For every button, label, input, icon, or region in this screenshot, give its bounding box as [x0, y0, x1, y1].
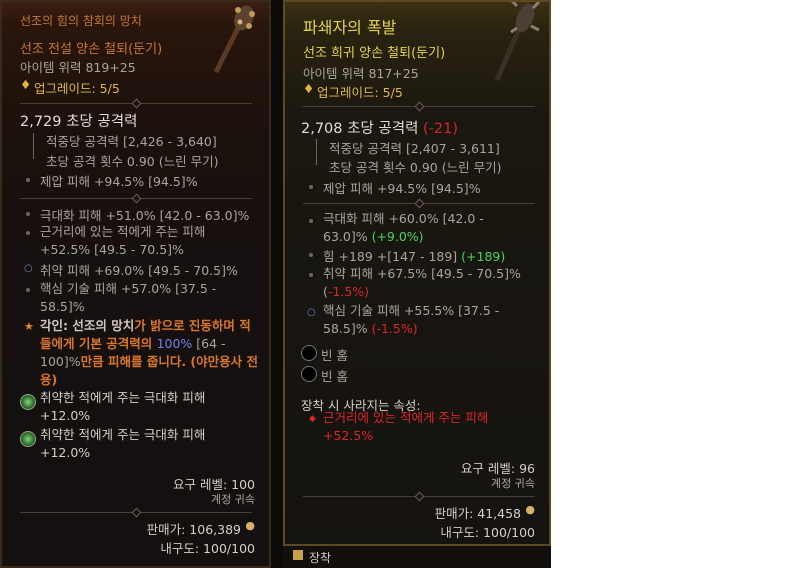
affix-2-text: 힘 +189 +[147 - 189] [323, 249, 458, 264]
gold-icon: ● [245, 519, 255, 532]
gem-affix-1: 취약한 적에게 주는 극대화 피해 +12.0% [40, 390, 206, 423]
item-title: 파쇄자의 폭발 [303, 18, 397, 37]
bullet-icon [26, 178, 30, 182]
equipped-bar: 장착 [283, 546, 551, 568]
aspect-name: 선조의 망치 [72, 318, 135, 333]
affix-4: 핵심 기술 피해 +55.5% [37.5 - 58.5]% (-1.5%) [323, 302, 533, 338]
tree-line [33, 133, 34, 159]
bullet-icon [26, 212, 30, 216]
affix-1: 극대화 피해 +51.0% [42.0 - 63.0]% [40, 208, 250, 223]
legendary-item-tooltip: 선조의 힘의 참회의 망치 선조 전설 양손 철퇴(둔기) 아이템 위력 819… [0, 0, 271, 568]
equipped-label: 장착 [309, 551, 332, 565]
separator-ornament [131, 507, 142, 518]
gem-socket-icon [20, 394, 36, 410]
affix-4: 핵심 기술 피해 +57.0% [37.5 - 58.5]% [40, 281, 217, 314]
affix-3: 취약 피해 +67.5% [49.5 - 70.5]% (-1.5%) [323, 265, 538, 301]
implicit-affix: 제압 피해 +94.5% [94.5]% [323, 181, 481, 196]
upgrade-diamond-icon: ♦ [303, 81, 315, 96]
account-bound: 계정 귀속 [211, 493, 255, 506]
equipped-icon [293, 550, 303, 560]
item-title: 선조의 힘의 참회의 망치 [20, 14, 142, 28]
bullet-icon [309, 219, 313, 223]
sell-value: 판매가: 41,458 [434, 506, 521, 521]
mace-icon [213, 5, 255, 74]
vulnerable-icon: ○ [307, 307, 316, 318]
item-power: 아이템 위력 819+25 [20, 60, 136, 75]
bullet-icon [26, 231, 30, 235]
aspect-label: 각인: [40, 318, 73, 333]
durability: 내구도: 100/100 [440, 525, 535, 540]
separator-ornament [414, 491, 425, 502]
vulnerable-icon: ○ [24, 263, 33, 274]
upgrades: 업그레이드: 5/5 [317, 85, 403, 100]
separator-ornament [131, 98, 142, 109]
upgrades: 업그레이드: 5/5 [34, 81, 120, 96]
bullet-icon [309, 253, 313, 257]
socket-2: 빈 홈 [321, 369, 348, 384]
dps-value: 2,708 초당 공격력 [301, 121, 419, 137]
tree-line [316, 139, 317, 165]
affix-4-diff: (-1.5%) [371, 321, 418, 336]
dps: 2,729 초당 공격력 [20, 114, 138, 130]
empty-socket-icon [301, 345, 317, 361]
bullet-icon [309, 273, 313, 277]
dps: 2,708 초당 공격력 (-21) [301, 117, 458, 138]
rare-item-tooltip: 파쇄자의 폭발 선조 희귀 양손 철퇴(둔기) 아이템 위력 817+25 ♦ … [283, 0, 551, 546]
affix-3-diff: -1.5%) [327, 284, 370, 299]
affix-3: 취약 피해 +69.0% [49.5 - 70.5]% [40, 263, 238, 278]
tooltip-divider [271, 0, 283, 568]
affix-2: 힘 +189 +[147 - 189] (+189) [323, 246, 505, 265]
item-type: 선조 전설 양손 철퇴(둔기) [20, 42, 163, 57]
separator-ornament [131, 193, 142, 204]
item-power: 아이템 위력 817+25 [303, 66, 419, 81]
lost-affix: 근거리에 있는 적에게 주는 피해 +52.5% [323, 410, 489, 443]
gold-icon: ● [525, 503, 535, 516]
sell-value: 판매가: 106,389 [146, 522, 241, 537]
hit-damage: 적중당 공격력 [2,407 - 3,611] [329, 141, 500, 156]
attack-speed: 초당 공격 횟수 0.90 (느린 무기) [46, 154, 219, 169]
hit-damage: 적중당 공격력 [2,426 - 3,640] [46, 134, 217, 149]
dps-diff: (-21) [423, 121, 459, 137]
mace-icon [494, 2, 541, 81]
lost-bullet-icon: ◆ [309, 414, 316, 424]
upgrade-diamond-icon: ♦ [20, 77, 32, 92]
bullet-icon [309, 185, 313, 189]
separator-ornament [414, 101, 425, 112]
empty-socket-icon [301, 366, 317, 382]
gem-socket-icon [20, 431, 36, 447]
bullet-icon [26, 288, 30, 292]
affix-2-diff: (+189) [461, 249, 506, 264]
account-bound: 계정 귀속 [491, 477, 535, 490]
aspect-star-icon: ★ [24, 320, 34, 333]
socket-1: 빈 홈 [321, 348, 348, 363]
affix-2: 근거리에 있는 적에게 주는 피해 +52.5% [49.5 - 70.5]% [40, 224, 206, 257]
durability: 내구도: 100/100 [160, 541, 255, 556]
attack-speed: 초당 공격 횟수 0.90 (느린 무기) [329, 160, 502, 175]
aspect-value: 100% [156, 336, 193, 351]
separator-ornament [414, 198, 425, 209]
aspect-text: 각인: 선조의 망치가 밝으로 진동하며 적들에게 기본 공격력의 100% [… [40, 317, 260, 389]
item-type: 선조 희귀 양손 철퇴(둔기) [303, 46, 446, 61]
implicit-affix: 제압 피해 +94.5% [94.5]% [40, 174, 198, 189]
gem-affix-2: 취약한 적에게 주는 극대화 피해 +12.0% [40, 427, 206, 460]
affix-1-diff: (+9.0%) [371, 229, 424, 244]
affix-1: 극대화 피해 +60.0% [42.0 - 63.0]% (+9.0%) [323, 210, 528, 246]
